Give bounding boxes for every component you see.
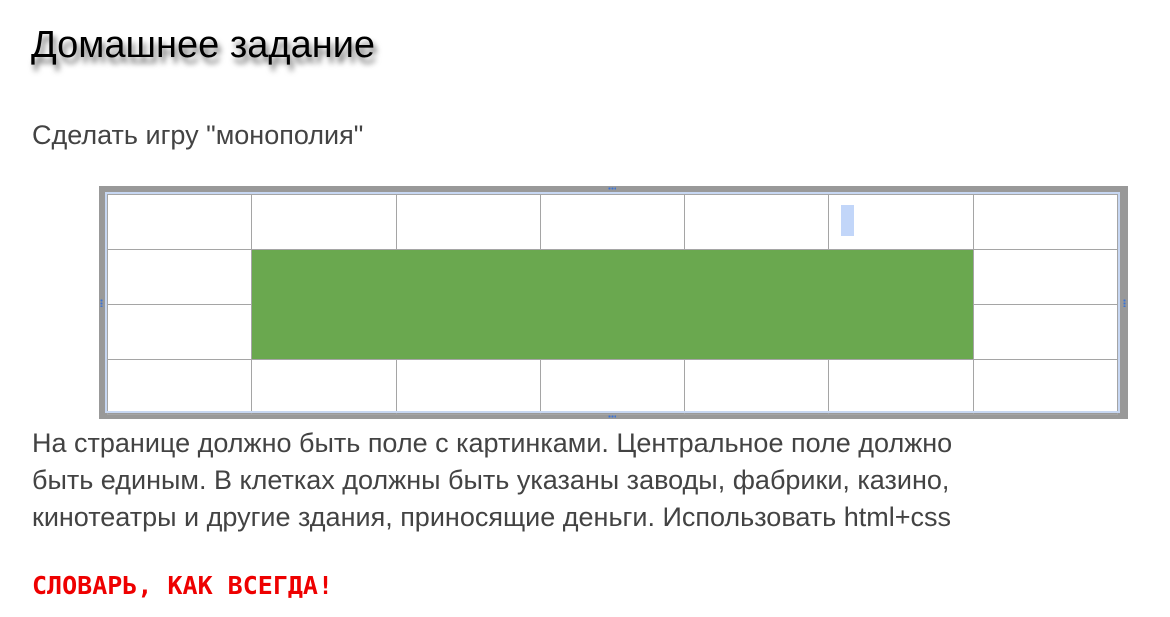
description-line: На странице должно быть поле с картинкам… [32,428,953,458]
board-cell[interactable] [828,359,974,415]
description-line: быть единым. В клетках должны быть указа… [32,465,950,495]
board-cell[interactable] [539,194,686,250]
resize-handle-right[interactable] [1123,299,1126,307]
task-description: На странице должно быть поле с картинкам… [32,425,1142,536]
monopoly-board [105,192,1120,415]
task-subtitle: Сделать игру "монополия" [32,120,364,150]
board-cell[interactable] [684,359,830,415]
board-cell[interactable] [972,359,1119,415]
board-row [106,249,1119,360]
board-cell[interactable] [106,359,253,415]
board-cell[interactable] [972,194,1119,250]
board-cell[interactable] [251,194,397,250]
board-cell[interactable] [106,304,253,360]
monopoly-board-frame[interactable] [99,186,1128,419]
board-cell[interactable] [539,359,686,415]
resize-handle-top[interactable] [608,187,616,190]
board-cell[interactable] [972,304,1119,360]
board-table [106,194,1119,415]
board-cell[interactable] [106,194,253,250]
resize-handle-bottom[interactable] [608,415,616,418]
board-cell[interactable] [395,359,541,415]
text-cursor-selection [841,205,855,236]
dictionary-warning: СЛОВАРЬ, КАК ВСЕГДА! [32,571,334,600]
board-cell[interactable] [684,194,830,250]
board-row [106,194,1119,250]
page-title: Домашнее задание [31,24,376,66]
resize-handle-left[interactable] [100,299,103,307]
board-cell[interactable] [395,194,541,250]
board-cell[interactable] [972,249,1119,305]
board-cell[interactable] [828,194,974,250]
board-center-field[interactable] [251,249,974,360]
board-row [106,359,1119,415]
board-cell[interactable] [251,359,397,415]
board-cell[interactable] [106,249,253,305]
description-line: кинотеатры и другие здания, приносящие д… [32,502,951,532]
